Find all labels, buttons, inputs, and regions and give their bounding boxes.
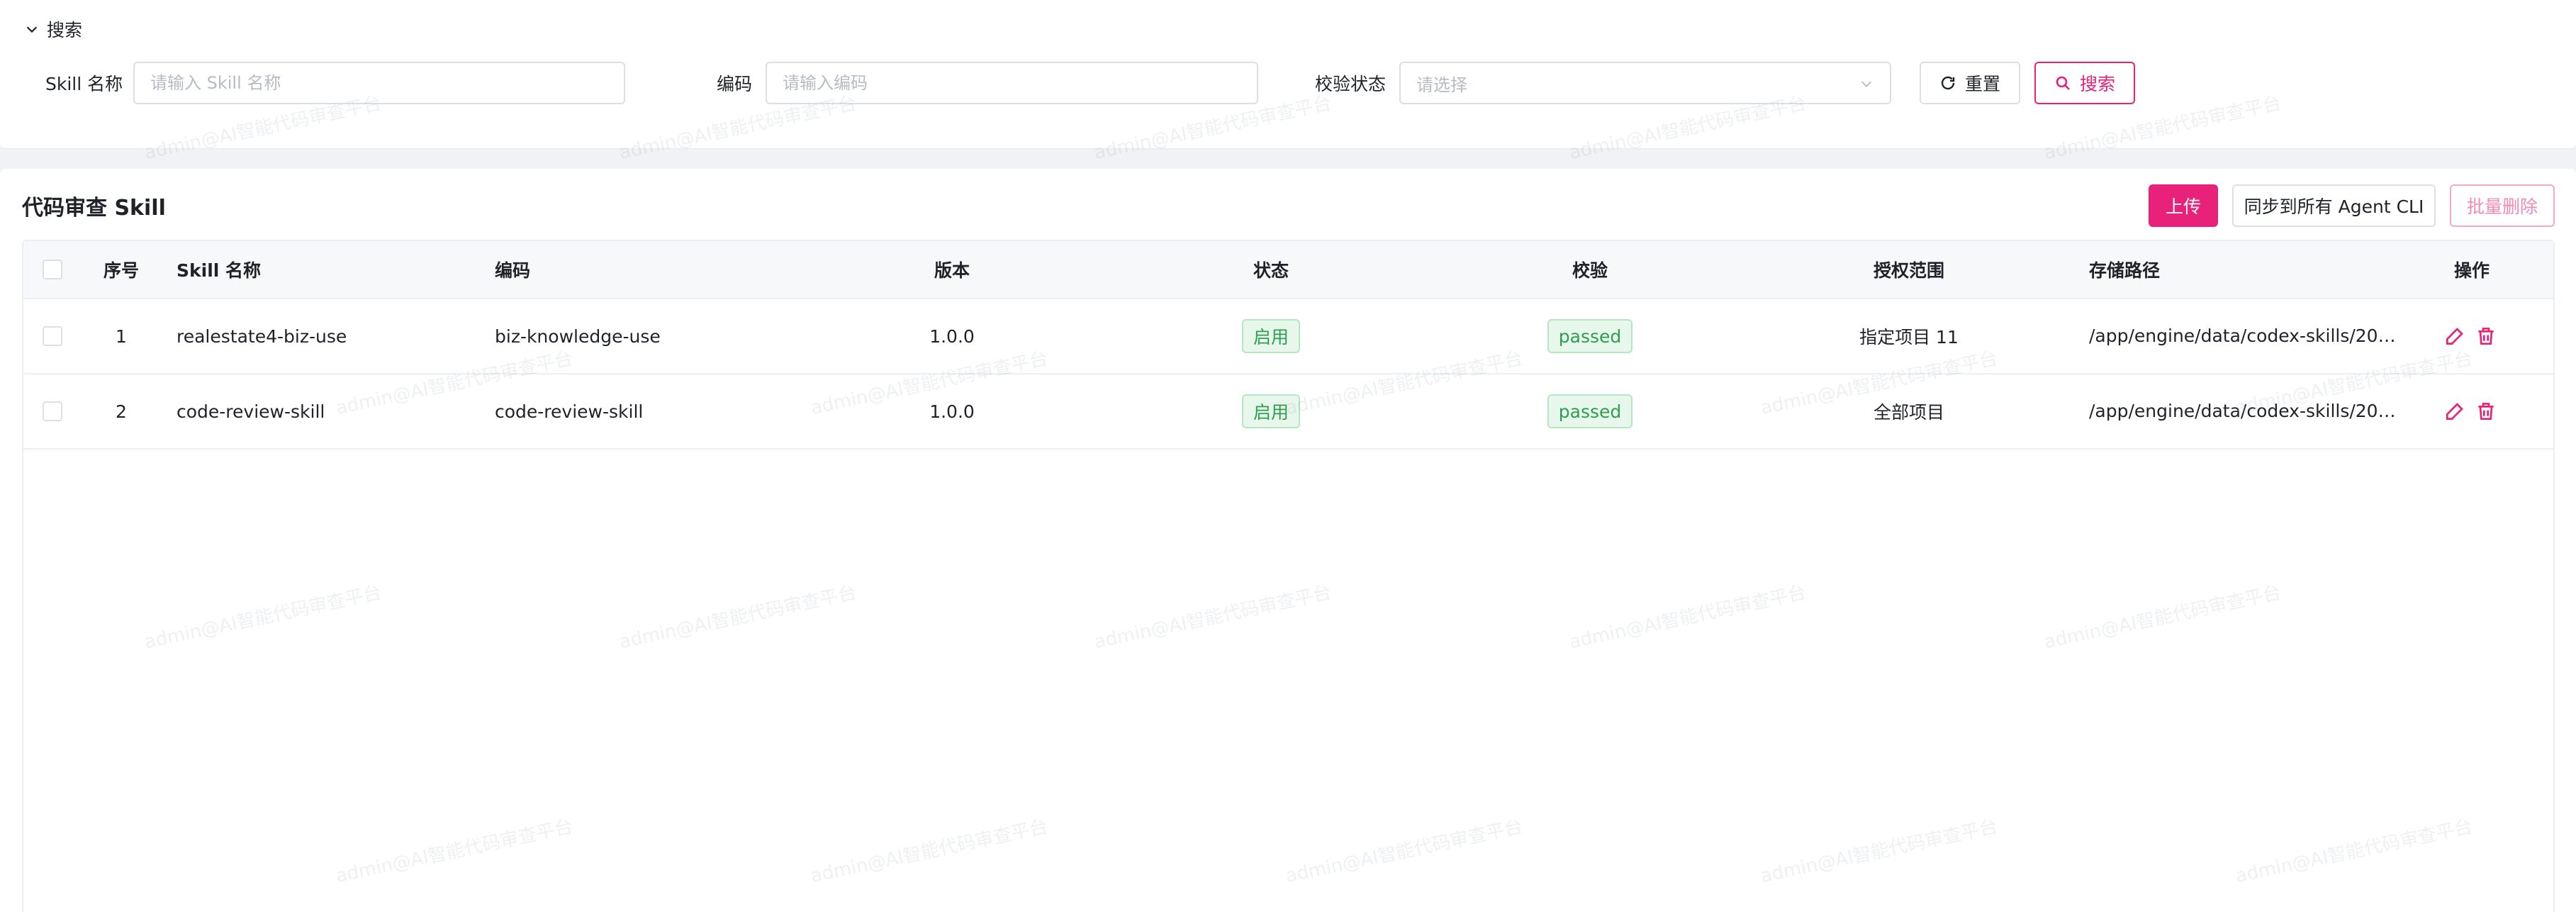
row-code: code-review-skill <box>495 401 644 422</box>
status-label: 校验状态 <box>1315 74 1387 94</box>
search-button[interactable]: 搜索 <box>2034 62 2135 104</box>
row-check-cell: passed <box>1519 299 1661 373</box>
row-checkbox[interactable] <box>43 401 62 421</box>
row-actions <box>2443 299 2514 373</box>
row-code: biz-knowledge-use <box>495 326 661 347</box>
search-panel: 搜索 Skill 名称 编码 校验状态 请选择 重置 搜索 <box>0 0 2576 149</box>
delete-icon[interactable] <box>2475 400 2497 423</box>
header-index: 序号 <box>103 260 139 281</box>
row-index: 1 <box>116 326 127 347</box>
status-select-placeholder: 请选择 <box>1416 74 1467 95</box>
refresh-icon <box>1941 76 1955 90</box>
row-status-cell: 启用 <box>1200 299 1342 373</box>
batch-delete-label: 批量删除 <box>2466 196 2538 217</box>
header-name: Skill 名称 <box>177 260 262 281</box>
search-collapse-toggle[interactable]: 搜索 <box>24 17 82 41</box>
edit-icon[interactable] <box>2443 325 2466 347</box>
row-skill-name: realestate4-biz-use <box>177 326 347 347</box>
table-row: 2 code-review-skill code-review-skill 1.… <box>23 374 2553 450</box>
skill-table: 序号 Skill 名称 编码 版本 状态 校验 授权范围 存储路径 操作 1 r… <box>22 240 2555 912</box>
check-badge: passed <box>1547 394 1633 428</box>
header-status: 状态 <box>1253 260 1289 281</box>
skill-table-card: 代码审查 Skill 上传 同步到所有 Agent CLI 批量删除 序号 Sk… <box>0 169 2576 912</box>
edit-icon[interactable] <box>2443 400 2466 423</box>
skill-name-field: Skill 名称 <box>45 62 123 104</box>
row-scope: 指定项目 11 <box>1859 327 1959 347</box>
delete-icon[interactable] <box>2475 325 2497 347</box>
batch-delete-button: 批量删除 <box>2450 184 2555 227</box>
row-path-cell: /app/engine/data/codex-skills/20… <box>2089 299 2401 373</box>
header-actions: 操作 <box>2453 260 2490 281</box>
code-field: 编码 <box>717 62 752 104</box>
upload-button[interactable]: 上传 <box>2149 184 2218 227</box>
sync-label: 同步到所有 Agent CLI <box>2244 196 2424 217</box>
skill-name-label: Skill 名称 <box>45 74 123 94</box>
row-path-cell: /app/engine/data/codex-skills/20… <box>2089 374 2401 448</box>
row-skill-name: code-review-skill <box>177 401 325 422</box>
table-row: 1 realestate4-biz-use biz-knowledge-use … <box>23 299 2553 374</box>
upload-label: 上传 <box>2165 196 2201 217</box>
row-version: 1.0.0 <box>929 326 975 347</box>
row-index: 2 <box>116 401 127 422</box>
row-select-cell <box>42 374 63 448</box>
status-badge: 启用 <box>1241 394 1300 428</box>
header-scope: 授权范围 <box>1873 260 1944 281</box>
chevron-down-icon <box>26 26 38 33</box>
status-badge: 启用 <box>1241 319 1300 353</box>
code-input[interactable] <box>766 62 1258 104</box>
search-toggle-label: 搜索 <box>47 20 83 40</box>
code-label: 编码 <box>717 74 753 94</box>
select-all-cell <box>42 241 63 298</box>
row-select-cell <box>42 299 63 373</box>
chevron-down-icon <box>1861 81 1872 87</box>
row-actions <box>2443 374 2514 448</box>
search-label: 搜索 <box>2079 74 2115 94</box>
search-icon <box>2056 76 2070 90</box>
card-title: 代码审查 Skill <box>22 196 166 221</box>
row-version: 1.0.0 <box>929 401 975 422</box>
header-code: 编码 <box>495 260 531 281</box>
row-path: /app/engine/data/codex-skills/20… <box>2089 326 2396 346</box>
reset-label: 重置 <box>1964 74 2000 94</box>
row-path: /app/engine/data/codex-skills/20… <box>2089 401 2396 421</box>
page: 搜索 Skill 名称 编码 校验状态 请选择 重置 搜索 代码审查 Skill <box>0 0 2576 912</box>
row-checkbox[interactable] <box>43 326 62 346</box>
row-scope: 全部项目 <box>1873 402 1944 423</box>
select-all-checkbox[interactable] <box>43 260 62 279</box>
skill-name-input[interactable] <box>133 62 625 104</box>
sync-agent-cli-button[interactable]: 同步到所有 Agent CLI <box>2232 184 2436 227</box>
status-field: 校验状态 <box>1315 62 1386 104</box>
header-version: 版本 <box>934 260 970 281</box>
row-check-cell: passed <box>1519 374 1661 448</box>
reset-button[interactable]: 重置 <box>1920 62 2020 104</box>
table-header: 序号 Skill 名称 编码 版本 状态 校验 授权范围 存储路径 操作 <box>23 241 2553 299</box>
status-select[interactable]: 请选择 <box>1399 62 1891 104</box>
row-status-cell: 启用 <box>1200 374 1342 448</box>
header-check: 校验 <box>1572 260 1608 281</box>
header-path: 存储路径 <box>2089 260 2161 281</box>
check-badge: passed <box>1547 319 1633 353</box>
